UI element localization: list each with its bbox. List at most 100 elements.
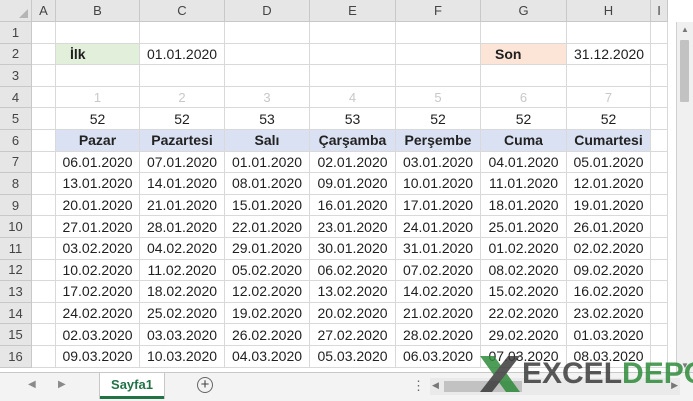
- weekday-index-cell[interactable]: 1: [56, 86, 140, 109]
- cell[interactable]: [225, 43, 310, 66]
- date-cell[interactable]: 12.02.2020: [225, 281, 310, 303]
- row-header-16[interactable]: 16: [0, 346, 32, 368]
- cell[interactable]: [310, 65, 396, 87]
- date-cell[interactable]: 10.01.2020: [396, 173, 481, 195]
- date-cell[interactable]: 10.02.2020: [56, 259, 140, 282]
- cell[interactable]: [32, 302, 56, 325]
- date-cell[interactable]: 15.01.2020: [225, 194, 310, 217]
- date-cell[interactable]: 11.02.2020: [140, 259, 225, 282]
- cell[interactable]: [481, 65, 567, 87]
- column-header-h[interactable]: H: [567, 0, 651, 22]
- cell[interactable]: [32, 281, 56, 303]
- date-cell[interactable]: 20.01.2020: [56, 194, 140, 217]
- cell[interactable]: [32, 173, 56, 195]
- scroll-up-icon[interactable]: ▲: [677, 22, 693, 36]
- cell[interactable]: [32, 194, 56, 217]
- cell[interactable]: [567, 65, 651, 87]
- weekday-index-cell[interactable]: 3: [225, 86, 310, 109]
- cell[interactable]: [651, 151, 668, 174]
- date-cell[interactable]: 09.01.2020: [310, 173, 396, 195]
- son-date-cell[interactable]: 31.12.2020: [567, 43, 651, 66]
- column-header-b[interactable]: B: [56, 0, 140, 22]
- date-cell[interactable]: 23.02.2020: [567, 302, 651, 325]
- cell[interactable]: [396, 22, 481, 44]
- weekday-index-cell[interactable]: 4: [310, 86, 396, 109]
- cell[interactable]: [651, 238, 668, 260]
- date-cell[interactable]: 18.02.2020: [140, 281, 225, 303]
- row-header-11[interactable]: 11: [0, 238, 32, 260]
- date-cell[interactable]: 08.01.2020: [225, 173, 310, 195]
- date-cell[interactable]: 22.01.2020: [225, 216, 310, 238]
- date-cell[interactable]: 12.01.2020: [567, 173, 651, 195]
- date-cell[interactable]: 07.02.2020: [396, 259, 481, 282]
- cell[interactable]: [140, 65, 225, 87]
- cell[interactable]: [32, 108, 56, 130]
- cell[interactable]: [225, 65, 310, 87]
- cell[interactable]: [32, 22, 56, 44]
- date-cell[interactable]: 01.02.2020: [481, 238, 567, 260]
- date-cell[interactable]: 14.01.2020: [140, 173, 225, 195]
- cell[interactable]: [651, 173, 668, 195]
- column-header-f[interactable]: F: [396, 0, 481, 22]
- date-cell[interactable]: 27.02.2020: [310, 324, 396, 346]
- cell[interactable]: [651, 22, 668, 44]
- cell[interactable]: [310, 22, 396, 44]
- weekday-header-cell[interactable]: Salı: [225, 130, 310, 152]
- date-cell[interactable]: 26.02.2020: [225, 324, 310, 346]
- date-cell[interactable]: 09.02.2020: [567, 259, 651, 282]
- column-header-a[interactable]: A: [32, 0, 56, 22]
- date-cell[interactable]: 27.01.2020: [56, 216, 140, 238]
- cell[interactable]: [651, 259, 668, 282]
- add-sheet-button[interactable]: +: [197, 377, 213, 393]
- cell[interactable]: [396, 43, 481, 66]
- cell[interactable]: [32, 259, 56, 282]
- row-header-15[interactable]: 15: [0, 324, 32, 346]
- date-cell[interactable]: 22.02.2020: [481, 302, 567, 325]
- date-cell[interactable]: 18.01.2020: [481, 194, 567, 217]
- cell[interactable]: [310, 43, 396, 66]
- date-cell[interactable]: 10.03.2020: [140, 346, 225, 368]
- row-header-2[interactable]: 2: [0, 43, 32, 66]
- cell[interactable]: [651, 65, 668, 87]
- date-cell[interactable]: 09.03.2020: [56, 346, 140, 368]
- weekday-count-cell[interactable]: 52: [140, 108, 225, 130]
- column-header-g[interactable]: G: [481, 0, 567, 22]
- cell[interactable]: [32, 346, 56, 368]
- ilk-label-cell[interactable]: İlk: [56, 43, 140, 66]
- cell[interactable]: [651, 302, 668, 325]
- date-cell[interactable]: 20.02.2020: [310, 302, 396, 325]
- date-cell[interactable]: 07.01.2020: [140, 151, 225, 174]
- date-cell[interactable]: 17.01.2020: [396, 194, 481, 217]
- row-header-7[interactable]: 7: [0, 151, 32, 174]
- row-header-12[interactable]: 12: [0, 259, 32, 282]
- weekday-count-cell[interactable]: 52: [56, 108, 140, 130]
- son-label-cell[interactable]: Son: [481, 43, 567, 66]
- date-cell[interactable]: 03.01.2020: [396, 151, 481, 174]
- weekday-count-cell[interactable]: 53: [310, 108, 396, 130]
- cell[interactable]: [225, 22, 310, 44]
- cell[interactable]: [651, 216, 668, 238]
- cell[interactable]: [32, 130, 56, 152]
- date-cell[interactable]: 26.01.2020: [567, 216, 651, 238]
- date-cell[interactable]: 05.01.2020: [567, 151, 651, 174]
- date-cell[interactable]: 14.02.2020: [396, 281, 481, 303]
- date-cell[interactable]: 02.03.2020: [56, 324, 140, 346]
- date-cell[interactable]: 03.03.2020: [140, 324, 225, 346]
- date-cell[interactable]: 30.01.2020: [310, 238, 396, 260]
- column-header-e[interactable]: E: [310, 0, 396, 22]
- cell[interactable]: [651, 194, 668, 217]
- cell[interactable]: [651, 86, 668, 109]
- date-cell[interactable]: 25.01.2020: [481, 216, 567, 238]
- column-header-i[interactable]: I: [651, 0, 668, 22]
- date-cell[interactable]: 24.01.2020: [396, 216, 481, 238]
- date-cell[interactable]: 13.02.2020: [310, 281, 396, 303]
- weekday-header-cell[interactable]: Cumartesi: [567, 130, 651, 152]
- date-cell[interactable]: 02.02.2020: [567, 238, 651, 260]
- weekday-header-cell[interactable]: Çarşamba: [310, 130, 396, 152]
- cell[interactable]: [32, 324, 56, 346]
- date-cell[interactable]: 01.01.2020: [225, 151, 310, 174]
- date-cell[interactable]: 03.02.2020: [56, 238, 140, 260]
- prev-sheet-icon[interactable]: ◀: [28, 379, 36, 390]
- cell[interactable]: [32, 65, 56, 87]
- cell[interactable]: [651, 324, 668, 346]
